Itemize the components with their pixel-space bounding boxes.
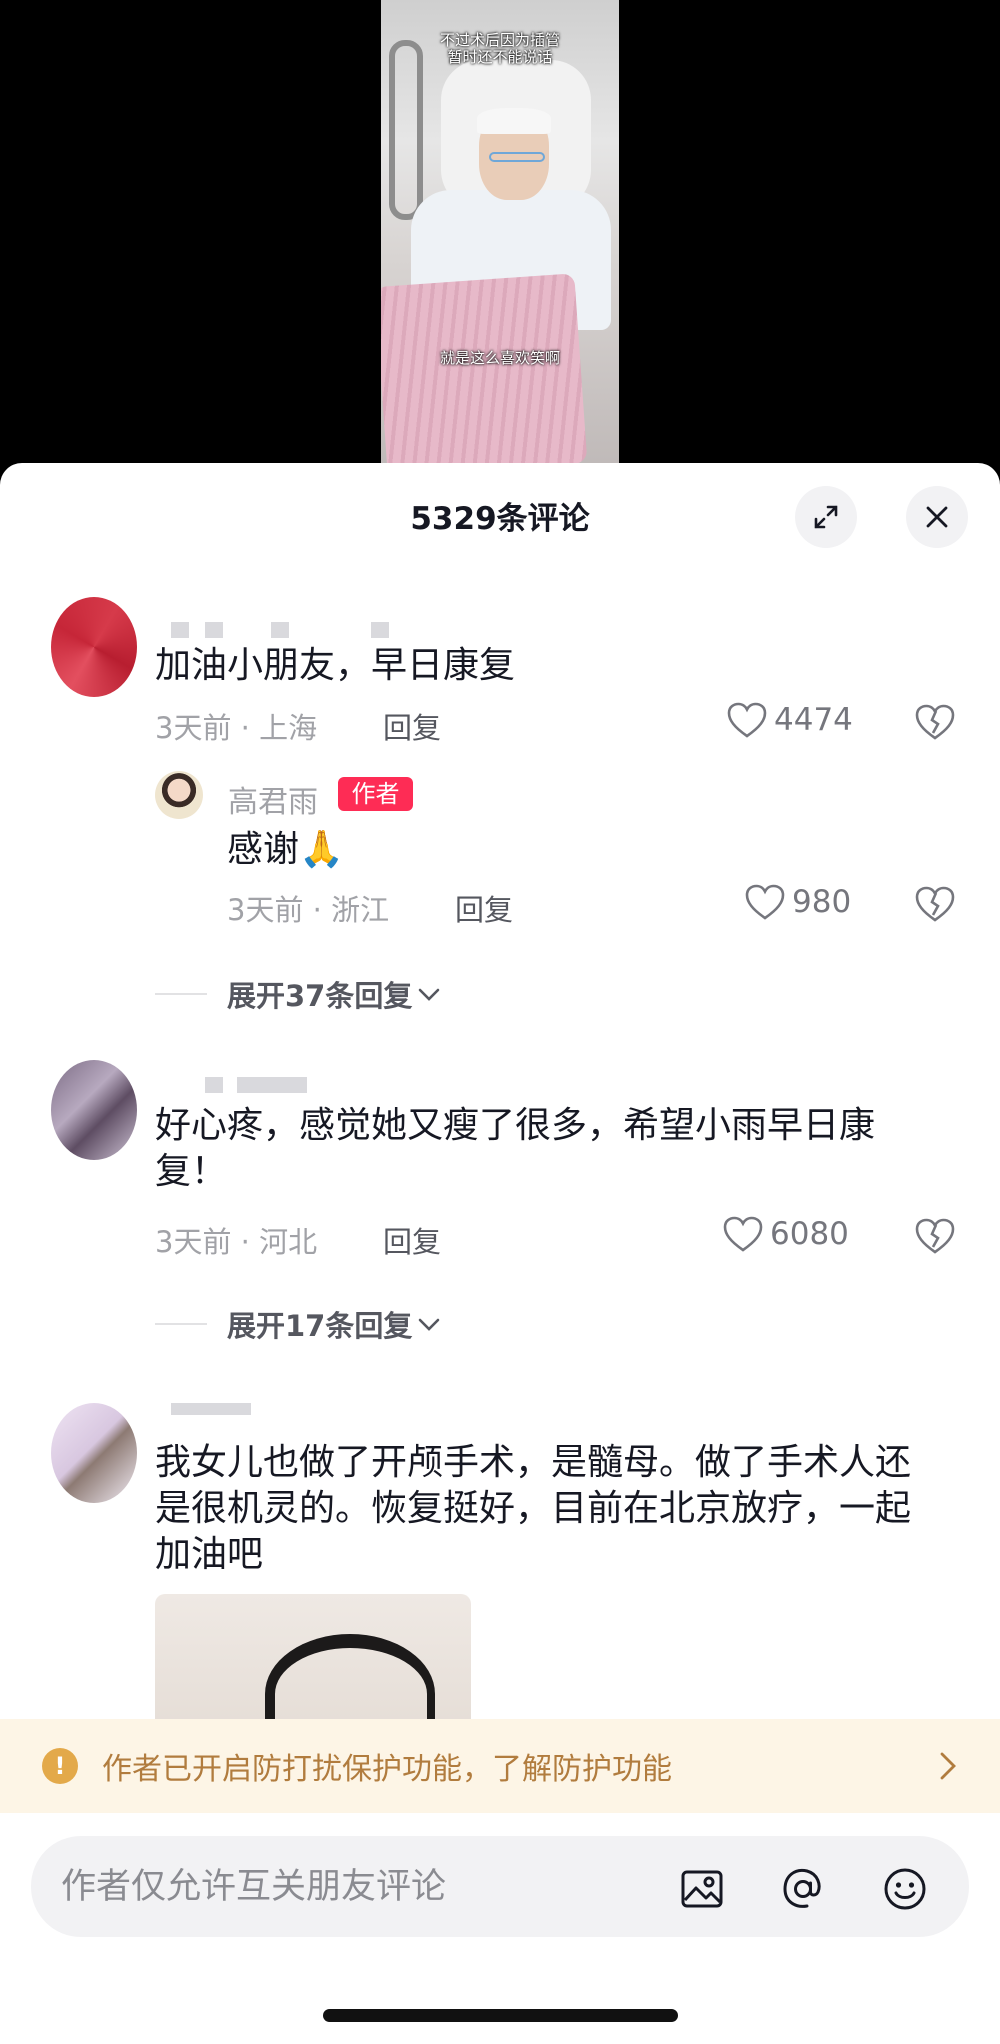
heart-icon <box>727 702 767 738</box>
expand-replies-button[interactable]: 展开17条回复 <box>155 1303 442 1345</box>
image-button[interactable] <box>679 1866 725 1912</box>
like-button[interactable]: 980 <box>744 883 851 921</box>
comment-text: 我女儿也做了开颅手术，是髓母。做了手术人还是很机灵的。恢复挺好，目前在北京放疗，… <box>155 1442 912 1575</box>
author-avatar[interactable] <box>155 771 203 819</box>
video-player[interactable]: 不过术后因为插管 暂时还不能说话 就是这么喜欢笑啊 <box>0 0 1000 470</box>
comment-panel: 5329条评论 加油小朋友，早日康复 3天前 · 上海 回复 4474 高君雨 … <box>0 463 1000 2044</box>
broken-heart-icon <box>915 1218 955 1254</box>
avatar[interactable] <box>51 597 137 697</box>
video-caption-bottom: 就是这么喜欢笑啊 <box>439 349 560 367</box>
reply-button[interactable]: 回复 <box>383 1219 441 1261</box>
at-icon <box>783 1868 821 1908</box>
panel-header: 5329条评论 <box>0 463 1000 567</box>
info-icon: ! <box>42 1748 78 1784</box>
chevron-down-icon <box>419 988 440 1001</box>
comment-input-bar <box>31 1836 969 1937</box>
expand-button[interactable] <box>795 486 857 548</box>
expand-icon <box>814 505 838 529</box>
like-button[interactable]: 6080 <box>722 1215 849 1253</box>
like-button[interactable]: 4474 <box>726 701 853 739</box>
video-caption-top: 不过术后因为插管 暂时还不能说话 <box>439 31 560 66</box>
comment-meta: 3天前 · 上海 <box>155 711 318 745</box>
avatar[interactable] <box>51 1403 137 1503</box>
avatar[interactable] <box>51 1060 137 1160</box>
comment-text: 好心疼，感觉她又瘦了很多，希望小雨早日康复！ <box>155 1105 876 1192</box>
author-reply-text: 感谢🙏 <box>227 829 344 870</box>
comment-image[interactable] <box>155 1594 471 1734</box>
dislike-button[interactable] <box>914 885 956 927</box>
close-button[interactable] <box>906 486 968 548</box>
mention-button[interactable] <box>780 1866 826 1912</box>
expand-replies-label: 展开17条回复 <box>227 1309 413 1343</box>
username-blurred[interactable] <box>171 1403 261 1419</box>
heart-icon <box>745 884 785 920</box>
author-name[interactable]: 高君雨 <box>228 777 318 821</box>
comment-text: 加油小朋友，早日康复 <box>155 645 516 686</box>
heart-icon <box>723 1216 763 1252</box>
like-count: 980 <box>792 884 852 920</box>
broken-heart-icon <box>915 704 955 740</box>
chevron-right-icon <box>940 1752 956 1780</box>
comment-input[interactable] <box>61 1836 641 1937</box>
notice-text: 作者已开启防打扰保护功能，了解防护功能 <box>102 1752 672 1787</box>
username-blurred[interactable] <box>205 1077 325 1093</box>
image-icon <box>681 1870 723 1908</box>
emoji-icon <box>884 1868 926 1910</box>
reply-button[interactable]: 回复 <box>383 705 441 747</box>
expand-replies-label: 展开37条回复 <box>227 979 413 1013</box>
expand-replies-button[interactable]: 展开37条回复 <box>155 973 442 1015</box>
author-reply-meta: 3天前 · 浙江 <box>227 893 390 927</box>
author-badge: 作者 <box>338 777 413 811</box>
home-indicator[interactable] <box>323 2009 678 2022</box>
username-blurred[interactable] <box>171 622 391 638</box>
like-count: 4474 <box>774 702 853 738</box>
comment-meta: 3天前 · 河北 <box>155 1225 318 1259</box>
chevron-down-icon <box>419 1318 440 1331</box>
dislike-button[interactable] <box>914 1217 956 1259</box>
broken-heart-icon <box>915 886 955 922</box>
dislike-button[interactable] <box>914 703 956 745</box>
close-icon <box>926 506 948 528</box>
protection-notice-bar[interactable]: ! 作者已开启防打扰保护功能，了解防护功能 <box>0 1719 1000 1813</box>
video-frame: 不过术后因为插管 暂时还不能说话 就是这么喜欢笑啊 <box>381 0 619 470</box>
like-count: 6080 <box>770 1216 849 1252</box>
reply-button[interactable]: 回复 <box>455 887 513 929</box>
emoji-button[interactable] <box>882 1866 928 1912</box>
